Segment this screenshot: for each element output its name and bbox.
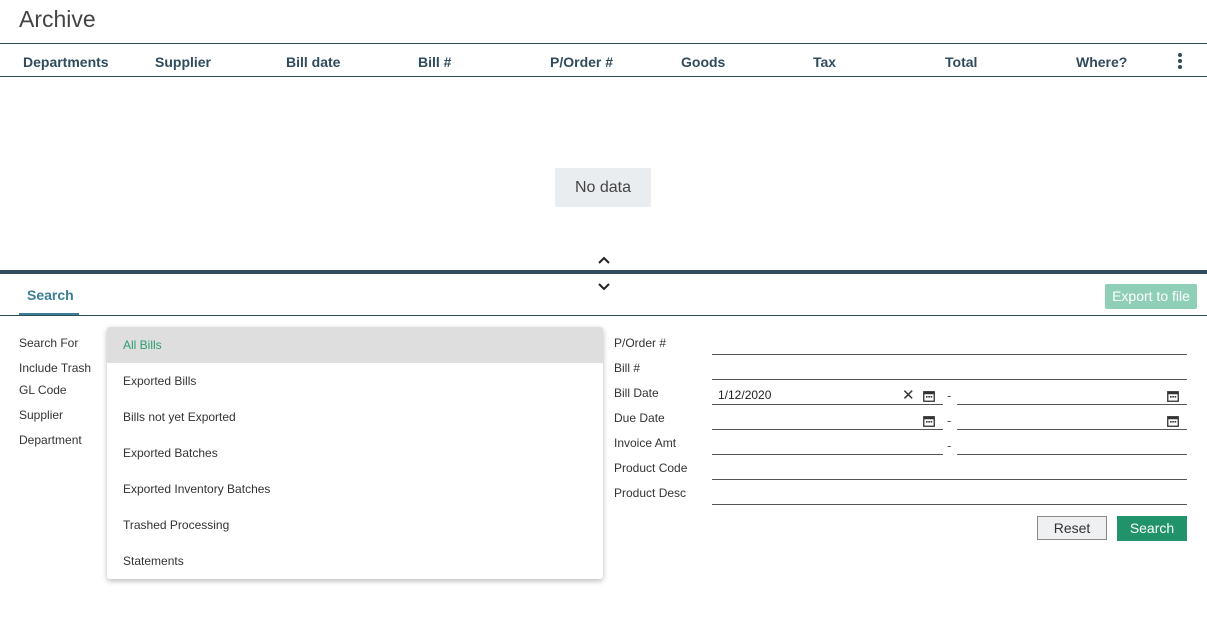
col-supplier[interactable]: Supplier bbox=[155, 54, 211, 70]
col-bill-number[interactable]: Bill # bbox=[418, 54, 451, 70]
bill-date-range-separator: - bbox=[947, 388, 952, 403]
chevron-down-icon[interactable] bbox=[596, 281, 612, 293]
col-bill-date[interactable]: Bill date bbox=[286, 54, 340, 70]
search-for-dropdown[interactable]: All Bills Exported Bills Bills not yet E… bbox=[107, 327, 603, 579]
option-statements[interactable]: Statements bbox=[107, 543, 603, 579]
invoice-amt-range-separator: - bbox=[947, 438, 952, 453]
due-date-to-input[interactable] bbox=[957, 406, 1187, 430]
option-trashed-processing[interactable]: Trashed Processing bbox=[107, 507, 603, 543]
department-label: Department bbox=[19, 433, 82, 447]
chevron-up-icon[interactable] bbox=[596, 254, 612, 266]
invoice-amt-to-input[interactable] bbox=[957, 431, 1187, 455]
export-to-file-button[interactable]: Export to file bbox=[1105, 284, 1197, 309]
panel-splitter[interactable] bbox=[0, 270, 1207, 274]
tab-search[interactable]: Search bbox=[19, 276, 79, 316]
option-bills-not-yet-exported[interactable]: Bills not yet Exported bbox=[107, 399, 603, 435]
page-title: Archive bbox=[19, 6, 96, 32]
due-date-label: Due Date bbox=[614, 411, 665, 425]
calendar-icon[interactable] bbox=[1167, 415, 1179, 427]
calendar-icon[interactable] bbox=[1167, 390, 1179, 402]
invoice-amt-label: Invoice Amt bbox=[614, 436, 677, 450]
calendar-icon[interactable] bbox=[923, 415, 935, 427]
search-for-label: Search For bbox=[19, 336, 79, 350]
option-exported-bills[interactable]: Exported Bills bbox=[107, 363, 603, 399]
calendar-icon[interactable] bbox=[923, 390, 935, 402]
due-date-range-separator: - bbox=[947, 413, 952, 428]
option-exported-batches[interactable]: Exported Batches bbox=[107, 435, 603, 471]
product-code-label: Product Code bbox=[614, 461, 688, 475]
gl-code-label: GL Code bbox=[19, 383, 67, 397]
kebab-menu-icon[interactable] bbox=[1172, 52, 1188, 70]
product-desc-label: Product Desc bbox=[614, 486, 687, 500]
tab-divider bbox=[0, 315, 1207, 316]
col-where[interactable]: Where? bbox=[1076, 54, 1127, 70]
col-total[interactable]: Total bbox=[945, 54, 977, 70]
col-tax[interactable]: Tax bbox=[813, 54, 836, 70]
bill-date-label: Bill Date bbox=[614, 386, 659, 400]
product-desc-input[interactable] bbox=[712, 481, 1187, 505]
invoice-amt-from-input[interactable] bbox=[712, 431, 943, 455]
col-goods[interactable]: Goods bbox=[681, 54, 725, 70]
product-code-input[interactable] bbox=[712, 456, 1187, 480]
search-button[interactable]: Search bbox=[1117, 516, 1187, 541]
include-trash-label: Include Trash bbox=[19, 361, 92, 375]
supplier-label: Supplier bbox=[19, 408, 64, 422]
no-data-message: No data bbox=[555, 168, 651, 207]
bill-number-input[interactable] bbox=[712, 356, 1187, 380]
bill-number-label: Bill # bbox=[614, 361, 641, 375]
col-porder-number[interactable]: P/Order # bbox=[550, 54, 613, 70]
reset-button[interactable]: Reset bbox=[1037, 516, 1107, 540]
grid-header: Departments Supplier Bill date Bill # P/… bbox=[0, 43, 1207, 77]
option-all-bills[interactable]: All Bills bbox=[107, 327, 603, 363]
bill-date-to-input[interactable] bbox=[957, 381, 1187, 405]
col-departments[interactable]: Departments bbox=[23, 54, 109, 70]
porder-input[interactable] bbox=[712, 331, 1187, 355]
due-date-from-input[interactable] bbox=[712, 406, 943, 430]
option-exported-inventory-batches[interactable]: Exported Inventory Batches bbox=[107, 471, 603, 507]
porder-label: P/Order # bbox=[614, 336, 667, 350]
clear-icon[interactable]: ✕ bbox=[902, 388, 915, 403]
